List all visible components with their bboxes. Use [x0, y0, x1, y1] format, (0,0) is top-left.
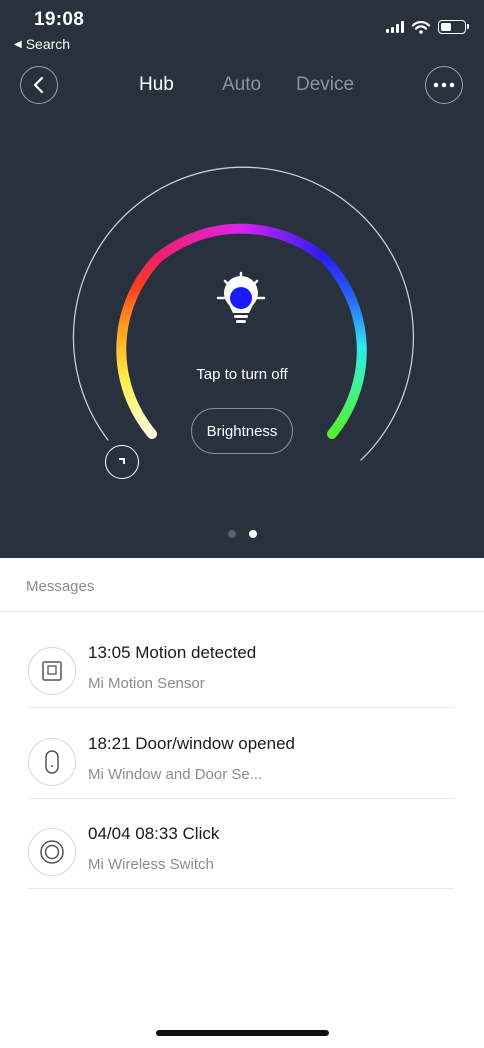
page-dot-2[interactable] [248, 530, 257, 538]
message-title: 13:05 Motion detected [88, 643, 257, 662]
back-to-search-link[interactable]: ◀ Search [14, 36, 70, 52]
wireless-switch-icon [28, 828, 76, 876]
motion-sensor-icon [28, 647, 76, 695]
status-time: 19:08 [34, 9, 85, 30]
toggle-light-text[interactable]: Tap to turn off [0, 366, 484, 383]
battery-icon [438, 20, 469, 34]
divider [0, 611, 484, 612]
back-to-search-label: Search [25, 36, 71, 52]
message-title: 04/04 08:33 Click [88, 824, 220, 843]
color-arc-warm [116, 253, 163, 439]
divider [28, 888, 454, 889]
message-title: 18:21 Door/window opened [88, 734, 295, 753]
home-indicator[interactable] [156, 1030, 329, 1036]
color-arc-top [154, 223, 328, 262]
door-sensor-icon [28, 738, 76, 786]
wifi-icon [412, 20, 430, 34]
message-device: Mi Wireless Switch [88, 856, 214, 873]
cellular-signal-icon [386, 21, 404, 33]
tab-device[interactable]: Device [296, 74, 354, 96]
more-dots-icon [433, 82, 455, 88]
brightness-button[interactable]: Brightness [191, 408, 293, 454]
tab-auto[interactable]: Auto [222, 74, 261, 96]
dial-handle[interactable] [105, 445, 139, 479]
back-triangle-icon: ◀ [14, 38, 22, 50]
message-item[interactable]: 18:21 Door/window opened Mi Window and D… [28, 709, 454, 799]
color-arc-cool [319, 253, 367, 439]
message-item[interactable]: 13:05 Motion detected Mi Motion Sensor [28, 618, 454, 708]
messages-header: Messages [26, 578, 95, 595]
light-bulb-icon [216, 271, 266, 323]
corner-mark-icon [118, 457, 125, 464]
status-icons [386, 20, 469, 34]
tab-hub[interactable]: Hub [139, 74, 174, 96]
more-button[interactable] [425, 66, 463, 104]
tab-bar: Hub Auto Device [0, 74, 484, 98]
message-device: Mi Motion Sensor [88, 675, 205, 692]
message-device: Mi Window and Door Se... [88, 766, 263, 783]
page-indicator [0, 530, 484, 538]
message-item[interactable]: 04/04 08:33 Click Mi Wireless Switch [28, 799, 454, 889]
divider [28, 707, 454, 708]
page-dot-1[interactable] [227, 530, 236, 538]
